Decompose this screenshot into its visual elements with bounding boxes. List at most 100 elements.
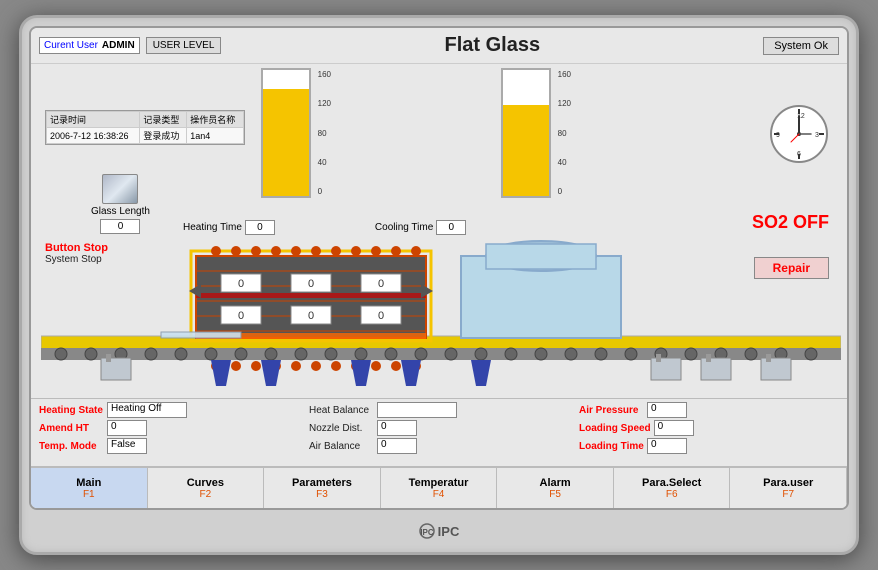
log-row1-time: 2006-7-12 16:38:26 <box>47 128 140 144</box>
amend-ht-label: Amend HT <box>39 423 104 434</box>
nav-alarm-key: F5 <box>549 489 561 500</box>
screen: Curent User ADMIN USER LEVEL Flat Glass … <box>29 26 849 510</box>
heat-balance-label: Heat Balance <box>309 405 374 416</box>
so2-status: SO2 OFF <box>752 212 829 233</box>
log-header-time: 记录时间 <box>47 112 140 128</box>
loading-time-value[interactable]: 0 <box>647 438 687 454</box>
loading-speed-row: Loading Speed 0 <box>579 420 839 436</box>
nav-parameters-label: Parameters <box>292 477 352 489</box>
heating-state-value[interactable]: Heating Off <box>107 402 187 418</box>
air-pressure-value[interactable]: 0 <box>647 402 687 418</box>
cooling-time-group: Cooling Time 0 <box>375 220 466 235</box>
svg-text:0: 0 <box>308 278 314 290</box>
air-pressure-row: Air Pressure 0 <box>579 402 839 418</box>
svg-text:IPC: IPC <box>420 528 434 537</box>
nav-item-alarm[interactable]: Alarm F5 <box>497 468 614 508</box>
nav-item-parameters[interactable]: Parameters F3 <box>264 468 381 508</box>
amend-ht-row: Amend HT 0 <box>39 420 299 436</box>
col2: Heat Balance Nozzle Dist. 0 Air Balance … <box>309 402 569 456</box>
gauge-left-labels: 160 120 80 40 0 <box>318 70 331 196</box>
air-balance-label: Air Balance <box>309 441 374 452</box>
temp-mode-value[interactable]: False <box>107 438 147 454</box>
nav-paraselect-key: F6 <box>666 489 678 500</box>
log-row1-type: 登录成功 <box>140 128 187 144</box>
furnace-svg: 0 0 0 0 0 0 <box>41 236 841 391</box>
log-header-operator: 操作员名称 <box>187 112 244 128</box>
svg-text:12: 12 <box>797 113 805 120</box>
navbar: Main F1 Curves F2 Parameters F3 Temperat… <box>31 466 847 508</box>
svg-text:6: 6 <box>797 151 801 158</box>
nav-parauser-key: F7 <box>782 489 794 500</box>
glass-length-label: Glass Length <box>91 206 150 217</box>
logo: IPC IPC <box>419 523 460 539</box>
nav-item-curves[interactable]: Curves F2 <box>148 468 265 508</box>
current-user-value: ADMIN <box>102 40 135 51</box>
glass-length-box: Glass Length 0 <box>91 174 150 234</box>
heating-state-row: Heating State Heating Off <box>39 402 299 418</box>
gauge-left: 160 120 80 40 0 <box>261 68 311 223</box>
heat-balance-value[interactable] <box>377 402 457 418</box>
svg-text:0: 0 <box>308 310 314 322</box>
nav-parameters-key: F3 <box>316 489 328 500</box>
logo-icon: IPC <box>419 523 435 539</box>
nav-item-temperatur[interactable]: Temperatur F4 <box>381 468 498 508</box>
svg-text:9: 9 <box>776 132 780 139</box>
col1: Heating State Heating Off Amend HT 0 Tem… <box>39 402 299 456</box>
svg-text:0: 0 <box>238 310 244 322</box>
glass-icon <box>102 174 138 204</box>
cooling-time-label: Cooling Time <box>375 222 433 233</box>
temp-mode-label: Temp. Mode <box>39 441 104 452</box>
gauge-left-fill <box>263 89 309 196</box>
user-box: Curent User ADMIN <box>39 37 140 54</box>
log-row1-operator: 1an4 <box>187 128 244 144</box>
header: Curent User ADMIN USER LEVEL Flat Glass … <box>31 28 847 64</box>
gauge-right-container: 160 120 80 40 0 <box>501 68 551 198</box>
nav-curves-label: Curves <box>187 477 224 489</box>
log-header-type: 记录类型 <box>140 112 187 128</box>
log-area: 记录时间 记录类型 操作员名称 2006-7-12 16:38:26 登录成功 … <box>45 110 245 145</box>
logo-text: IPC <box>438 524 460 539</box>
col3: Air Pressure 0 Loading Speed 0 Loading T… <box>579 402 839 456</box>
user-level-button[interactable]: USER LEVEL <box>146 37 222 54</box>
svg-text:0: 0 <box>378 310 384 322</box>
nav-item-main[interactable]: Main F1 <box>31 468 148 508</box>
nozzle-dist-label: Nozzle Dist. <box>309 423 374 434</box>
loading-time-label: Loading Time <box>579 441 644 452</box>
heating-time-value[interactable]: 0 <box>245 220 275 235</box>
gauge-left-container: 160 120 80 40 0 <box>261 68 311 198</box>
svg-text:0: 0 <box>238 278 244 290</box>
nozzle-dist-value[interactable]: 0 <box>377 420 417 436</box>
main-content: 记录时间 记录类型 操作员名称 2006-7-12 16:38:26 登录成功 … <box>31 64 847 398</box>
nav-main-key: F1 <box>83 489 95 500</box>
nav-paraselect-label: Para.Select <box>642 477 701 489</box>
nav-main-label: Main <box>76 477 101 489</box>
loading-time-row: Loading Time 0 <box>579 438 839 454</box>
nav-item-parauser[interactable]: Para.user F7 <box>730 468 847 508</box>
nav-item-paraselect[interactable]: Para.Select F6 <box>614 468 731 508</box>
air-balance-value[interactable]: 0 <box>377 438 417 454</box>
nav-alarm-label: Alarm <box>540 477 571 489</box>
heat-balance-row: Heat Balance <box>309 402 569 418</box>
bottom-grid: Heating State Heating Off Amend HT 0 Tem… <box>39 402 839 456</box>
glass-length-value[interactable]: 0 <box>100 219 140 234</box>
temp-mode-row: Temp. Mode False <box>39 438 299 454</box>
nav-temperatur-label: Temperatur <box>409 477 469 489</box>
current-user-label: Curent User <box>44 40 98 51</box>
svg-text:3: 3 <box>815 132 819 139</box>
bottom-panel: Heating State Heating Off Amend HT 0 Tem… <box>31 398 847 466</box>
nozzle-dist-row: Nozzle Dist. 0 <box>309 420 569 436</box>
air-balance-row: Air Balance 0 <box>309 438 569 454</box>
furnace-illustration: 0 0 0 0 0 0 <box>41 236 837 391</box>
nav-parauser-label: Para.user <box>763 477 813 489</box>
loading-speed-value[interactable]: 0 <box>654 420 694 436</box>
monitor: Curent User ADMIN USER LEVEL Flat Glass … <box>19 15 859 555</box>
gauge-right-fill <box>503 105 549 196</box>
system-status: System Ok <box>763 37 839 55</box>
amend-ht-value[interactable]: 0 <box>107 420 147 436</box>
heating-state-label: Heating State <box>39 405 104 416</box>
cooling-time-value[interactable]: 0 <box>436 220 466 235</box>
heating-time-group: Heating Time 0 <box>183 220 275 235</box>
time-labels: Heating Time 0 Cooling Time 0 <box>183 220 466 235</box>
gauge-right-labels: 160 120 80 40 0 <box>558 70 571 196</box>
gauge-right: 160 120 80 40 0 <box>501 68 551 223</box>
